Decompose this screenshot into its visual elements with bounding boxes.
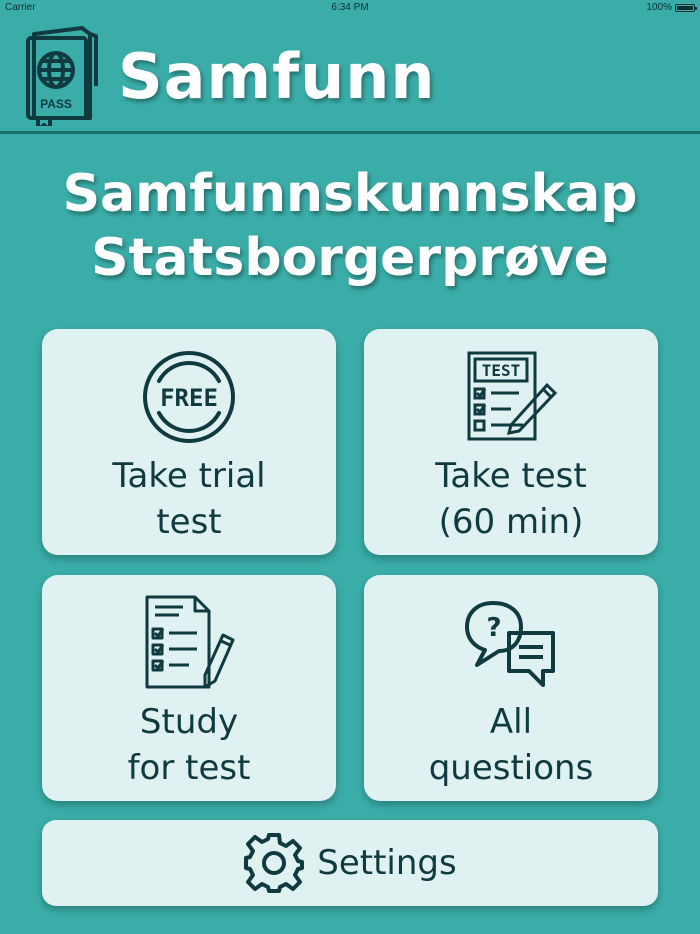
app-header: PASS Samfunn	[0, 18, 700, 131]
battery-status: 100%	[646, 2, 697, 13]
headline: Samfunnskunnskap Statsborgerprøve	[0, 162, 700, 290]
settings-label: Settings	[317, 843, 457, 883]
battery-percent: 100%	[646, 2, 672, 13]
questions-label-line-1: All	[489, 702, 533, 742]
study-label-line-1: Study	[139, 702, 239, 742]
headline-line-1: Samfunnskunnskap	[62, 164, 638, 224]
take-test-button[interactable]: TEST Take test (60 min)	[364, 329, 658, 555]
svg-text:TEST: TEST	[482, 361, 521, 380]
free-badge-icon: FREE	[143, 351, 235, 443]
passport-icon: PASS	[26, 26, 98, 126]
test-paper-icon: TEST	[467, 351, 558, 441]
settings-button[interactable]: Settings	[42, 820, 658, 906]
svg-text:FREE: FREE	[160, 384, 218, 412]
study-document-icon	[145, 595, 235, 689]
battery-icon	[675, 3, 697, 12]
trial-label-line-2: test	[156, 502, 222, 542]
svg-text:PASS: PASS	[40, 97, 72, 111]
study-label-line-2: for test	[127, 748, 251, 788]
headline-line-2: Statsborgerprøve	[91, 228, 609, 288]
all-questions-button[interactable]: ? All questions	[364, 575, 658, 801]
clock: 6:34 PM	[331, 2, 369, 13]
chat-question-icon: ?	[465, 601, 555, 687]
study-for-test-button[interactable]: Study for test	[42, 575, 336, 801]
questions-label-line-2: questions	[428, 748, 594, 788]
header-divider	[0, 131, 700, 134]
svg-text:?: ?	[486, 613, 501, 643]
app-title: Samfunn	[118, 40, 436, 113]
status-bar: Carrier 6:34 PM 100%	[0, 0, 700, 16]
take-trial-test-button[interactable]: FREE Take trial test	[42, 329, 336, 555]
test-label-line-2: (60 min)	[438, 502, 584, 542]
trial-label-line-1: Take trial	[112, 456, 266, 496]
test-label-line-1: Take test	[435, 456, 587, 496]
gear-icon	[244, 833, 305, 893]
